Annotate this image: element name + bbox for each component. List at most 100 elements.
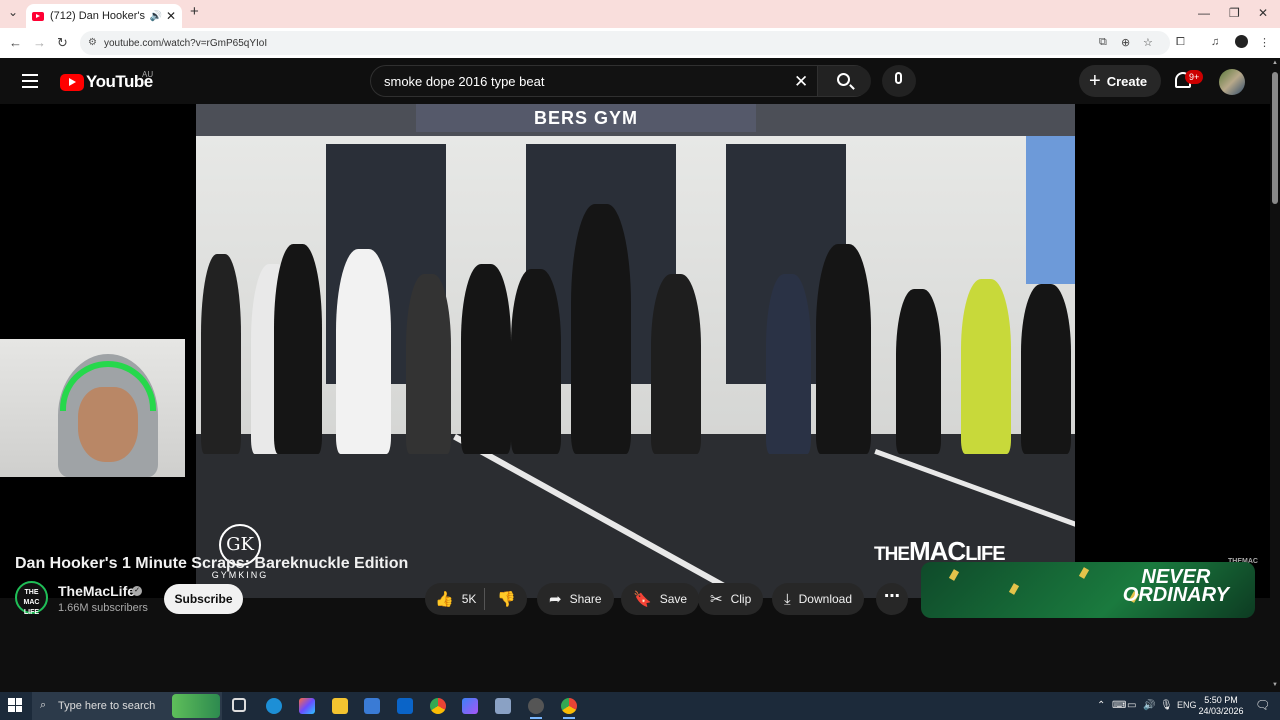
volume-icon[interactable]: 🔊 [1143, 700, 1155, 711]
scroll-down-icon[interactable]: ▼ [1272, 682, 1278, 688]
close-window-icon[interactable]: ✕ [1258, 6, 1268, 20]
site-info-icon[interactable]: ⚙ [88, 37, 97, 48]
search-button[interactable] [817, 66, 871, 96]
windows-start-icon[interactable] [8, 698, 22, 712]
video-player[interactable]: BERS GYM GK GYMKING THEMACLIFE [0, 104, 1270, 598]
save-button[interactable]: 🔖 Save [621, 583, 700, 615]
app-icon[interactable] [495, 698, 511, 714]
person [201, 254, 241, 454]
media-control-icon[interactable]: ♫ [1211, 36, 1219, 48]
browser-menu-icon[interactable]: ⋮ [1259, 36, 1270, 49]
region-code: AU [142, 70, 154, 79]
more-actions-icon[interactable]: ⋯ [876, 583, 908, 615]
file-explorer-icon[interactable] [332, 698, 348, 714]
webcam-overlay [0, 339, 185, 477]
person [274, 244, 322, 454]
person-center [571, 204, 631, 454]
share-label: Share [569, 592, 602, 606]
mic-tray-icon[interactable]: 🎙 [1160, 700, 1173, 711]
restore-icon[interactable]: ❐ [1229, 6, 1240, 20]
app-icon[interactable] [462, 698, 478, 714]
tray-app-icon[interactable]: ⌨ [1112, 700, 1126, 711]
zoom-icon[interactable]: ⊕ [1121, 36, 1130, 49]
voice-search-button[interactable] [882, 65, 916, 97]
scroll-up-icon[interactable]: ▲ [1272, 60, 1278, 66]
install-icon[interactable]: ⧉ [1099, 36, 1107, 49]
person [1021, 284, 1071, 454]
clock-time: 5:50 PM [1204, 695, 1238, 705]
person [336, 249, 391, 454]
chrome-active-icon[interactable] [561, 698, 577, 719]
extensions-icon[interactable]: ⧠ [1176, 36, 1185, 49]
microphone-icon [895, 72, 902, 84]
subscribe-button[interactable]: Subscribe [164, 584, 243, 614]
reload-icon[interactable]: ↻ [57, 35, 68, 51]
browser-tab[interactable]: (712) Dan Hooker's 1 Minut 🔊 ✕ [26, 4, 182, 28]
person [961, 279, 1011, 454]
video-frame[interactable]: BERS GYM GK GYMKING THEMACLIFE [196, 104, 1075, 598]
back-icon[interactable]: ← [9, 35, 22, 50]
crowd [196, 204, 1075, 454]
like-button[interactable]: 👍 5K [425, 588, 485, 610]
thumbs-up-icon: 👍 [435, 591, 454, 608]
forward-icon[interactable]: → [33, 35, 46, 50]
page-scrollbar[interactable]: ▲ ▼ [1270, 58, 1280, 692]
person [766, 274, 811, 454]
notification-center-icon[interactable]: 🗨 [1255, 698, 1270, 712]
close-tab-icon[interactable]: ✕ [166, 9, 176, 23]
task-view-icon[interactable] [232, 698, 246, 712]
person [816, 244, 871, 454]
omnibox[interactable]: ⚙ youtube.com/watch?v=rGmP65qYIoI [80, 31, 1170, 55]
confetti [1078, 567, 1090, 579]
dislike-button[interactable]: 👎 [485, 590, 516, 608]
system-clock[interactable]: 5:50 PM 24/03/2026 [1196, 695, 1246, 717]
person [406, 274, 451, 454]
tab-title: (712) Dan Hooker's 1 Minut [50, 10, 146, 22]
clear-search-icon[interactable]: ✕ [794, 72, 808, 92]
create-button[interactable]: + Create [1079, 65, 1161, 97]
person [511, 269, 561, 454]
edge-icon[interactable] [266, 698, 282, 714]
clip-button[interactable]: ✂ Clip [698, 583, 764, 615]
browser-profile-avatar[interactable] [1235, 35, 1248, 48]
tray-overflow-icon[interactable]: ⌃ [1097, 700, 1105, 711]
save-label: Save [659, 592, 688, 606]
tab-search-icon[interactable]: ⌄ [8, 5, 18, 19]
search-box[interactable]: smoke dope 2016 type beat ✕ [370, 65, 871, 97]
scrollbar-thumb[interactable] [1272, 72, 1278, 204]
store-icon[interactable] [364, 698, 380, 714]
bookmark-star-icon[interactable]: ☆ [1143, 36, 1153, 49]
ad-text: NEVER ORDINARY [1123, 567, 1229, 605]
youtube-logo[interactable]: YouTube AU [60, 70, 154, 92]
taskbar-search[interactable]: ⌕ Type here to search [32, 692, 222, 720]
confetti [948, 569, 960, 581]
chrome-icon[interactable] [430, 698, 446, 714]
youtube-favicon-icon [32, 11, 44, 21]
windows-taskbar: ⌕ Type here to search ⌃ ⌨ ▭ 🔊 🎙 ENG 5:50… [0, 692, 1280, 720]
download-button[interactable]: ⤓ Download [772, 583, 865, 615]
download-label: Download [798, 592, 853, 606]
create-label: Create [1106, 73, 1148, 89]
search-icon [837, 73, 850, 86]
search-input[interactable]: smoke dope 2016 type beat [384, 74, 544, 89]
copilot-icon[interactable] [299, 698, 315, 714]
speaker-icon[interactable]: 🔊 [149, 11, 161, 22]
share-button[interactable]: ➦ Share [537, 583, 614, 615]
save-icon: 🔖 [633, 591, 652, 608]
language-indicator[interactable]: ENG [1177, 700, 1197, 710]
download-icon: ⤓ [784, 590, 791, 608]
youtube-header: YouTube AU smoke dope 2016 type beat ✕ +… [0, 58, 1270, 104]
network-icon[interactable]: ▭ [1127, 700, 1136, 711]
mail-icon[interactable] [397, 698, 413, 714]
account-avatar[interactable] [1219, 69, 1245, 95]
channel-name[interactable]: TheMacLife [58, 583, 135, 599]
new-tab-icon[interactable]: + [190, 3, 199, 20]
browser-tab-strip: ⌄ (712) Dan Hooker's 1 Minut 🔊 ✕ + — ❐ ✕ [0, 0, 1280, 28]
menu-icon[interactable] [22, 74, 38, 92]
person [461, 264, 511, 454]
ad-banner[interactable]: NEVER ORDINARY [921, 562, 1255, 618]
channel-avatar[interactable]: THE MAC LIFE [15, 581, 48, 616]
obs-icon[interactable] [528, 698, 544, 719]
minimize-icon[interactable]: — [1198, 6, 1210, 20]
youtube-page: YouTube AU smoke dope 2016 type beat ✕ +… [0, 58, 1270, 692]
